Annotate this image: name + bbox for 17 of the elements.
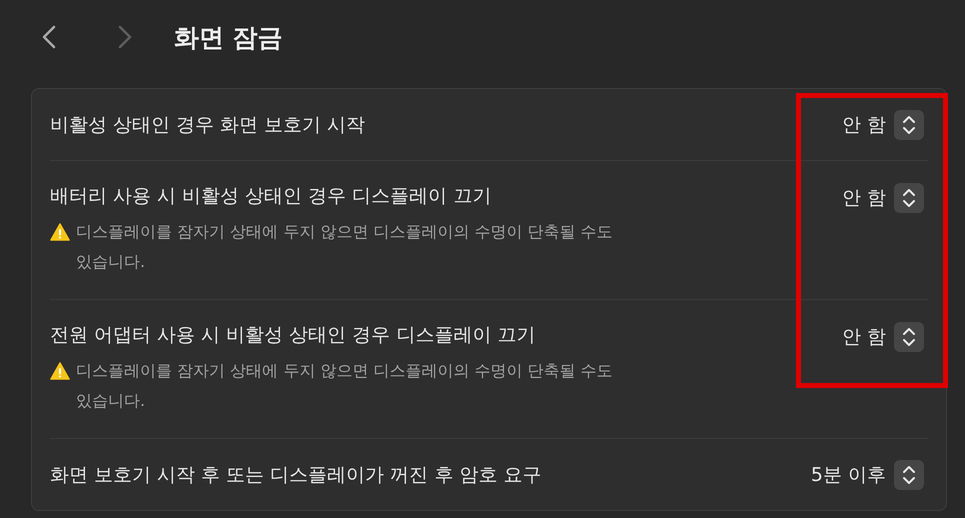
- popup-menu[interactable]: 안 함: [842, 322, 924, 352]
- popup-menu[interactable]: 안 함: [842, 183, 924, 213]
- stepper-icon: [894, 183, 924, 213]
- warning-text: 디스플레이를 잠자기 상태에 두지 않으면 디스플레이의 수명이 단축될 수도 있습니다.: [76, 360, 614, 412]
- warning-text: 디스플레이를 잠자기 상태에 두지 않으면 디스플레이의 수명이 단축될 수도 있습니다.: [76, 221, 614, 273]
- stepper-icon: [894, 110, 924, 140]
- warning-icon: [50, 362, 70, 380]
- page-title: 화면 잠금: [174, 22, 283, 54]
- stepper-icon: [894, 460, 924, 490]
- popup-menu[interactable]: 안 함: [842, 110, 924, 140]
- warning-icon: [50, 223, 70, 241]
- setting-label: 비활성 상태인 경우 화면 보호기 시작: [50, 112, 366, 138]
- setting-label: 화면 보호기 시작 후 또는 디스플레이가 꺼진 후 암호 요구: [50, 462, 542, 488]
- popup-menu[interactable]: 5분 이후: [810, 460, 924, 490]
- setting-label: 전원 어댑터 사용 시 비활성 상태인 경우 디스플레이 끄기: [50, 323, 536, 348]
- stepper-icon: [894, 322, 924, 352]
- setting-label: 배터리 사용 시 비활성 상태인 경우 디스플레이 끄기: [50, 184, 492, 209]
